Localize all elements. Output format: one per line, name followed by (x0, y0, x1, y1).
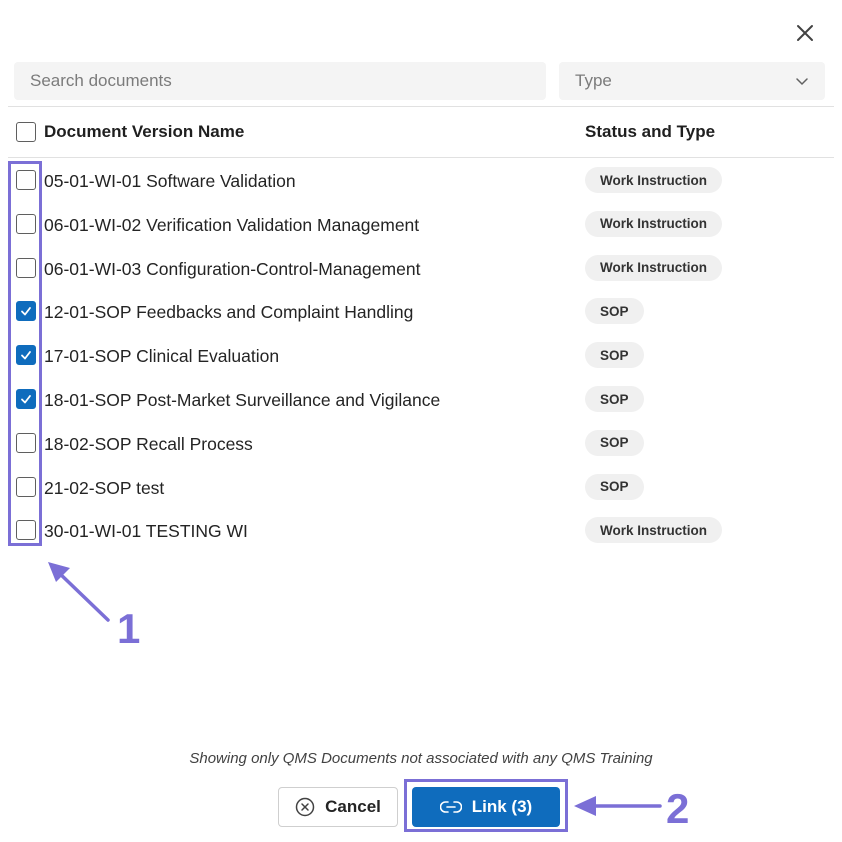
type-dropdown-placeholder: Type (575, 71, 612, 90)
document-name: 06-01-WI-02 Verification Validation Mana… (44, 214, 420, 235)
document-name: 05-01-WI-01 Software Validation (44, 171, 296, 191)
table-row[interactable]: 05-01-WI-01 Software Validation Work Inst… (0, 160, 842, 204)
table-row[interactable]: 30-01-WI-01 TESTING WI Work Instruction (0, 510, 842, 554)
table-row[interactable]: 18-01-SOP Post-Market Surveillance and V… (0, 379, 842, 423)
table-header: Document Version Name Status and Type (0, 108, 842, 156)
link-button[interactable]: Link (3) (412, 787, 560, 827)
table-row[interactable]: 06-01-WI-02 Verification Validation Mana… (0, 204, 842, 248)
type-badge: SOP (585, 298, 644, 325)
document-name: 30-01-WI-01 TESTING WI (44, 521, 248, 542)
link-button-label: Link (3) (471, 797, 533, 816)
table-row[interactable]: 17-01-SOP Clinical Evaluation SOP (0, 335, 842, 379)
close-button[interactable] (792, 20, 818, 46)
dismiss-circle-icon (295, 797, 315, 817)
chevron-down-icon (796, 78, 808, 86)
link-icon (439, 801, 462, 813)
select-all-checkbox[interactable] (16, 122, 36, 142)
type-badge: SOP (585, 342, 644, 369)
document-name: 21-02-SOP test (44, 477, 165, 498)
type-badge: SOP (585, 386, 644, 412)
document-name: 06-01-WI-03 Configuration-Control-Manage… (44, 258, 421, 279)
table-row[interactable]: 18-02-SOP Recall Process SOP (0, 423, 842, 467)
annotation-number-1: 1 (117, 605, 141, 652)
type-badge: Work Instruction (585, 210, 723, 237)
divider (8, 106, 834, 107)
type-badge: SOP (585, 473, 644, 500)
divider (8, 157, 834, 158)
type-badge: Work Instruction (585, 517, 723, 544)
document-name: 18-02-SOP Recall Process (44, 433, 253, 454)
table-row[interactable]: 21-02-SOP test SOP (0, 467, 842, 511)
type-badge: SOP (585, 429, 644, 456)
annotation-arrow-2 (574, 796, 662, 816)
document-name: 18-01-SOP Post-Market Surveillance and V… (44, 390, 441, 410)
table-row[interactable]: 12-01-SOP Feedbacks and Complaint Handli… (0, 291, 842, 335)
type-badge: Work Instruction (585, 167, 723, 193)
footer-note: Showing only QMS Documents not associate… (189, 750, 653, 767)
type-badge: Work Instruction (585, 254, 723, 281)
document-name: 17-01-SOP Clinical Evaluation (44, 346, 280, 367)
annotation-number-2: 2 (666, 785, 690, 832)
document-name: 12-01-SOP Feedbacks and Complaint Handli… (44, 302, 414, 323)
table-row[interactable]: 06-01-WI-03 Configuration-Control-Manage… (0, 248, 842, 292)
column-header-name: Document Version Name (44, 122, 245, 141)
type-dropdown[interactable]: Type (559, 62, 825, 100)
annotation-box-checkboxes (8, 161, 42, 546)
cancel-button-label: Cancel (325, 797, 381, 816)
column-header-status: Status and Type (585, 122, 716, 141)
annotation-arrow-1 (48, 562, 110, 622)
search-input[interactable] (14, 62, 546, 100)
close-icon (797, 25, 813, 41)
cancel-button[interactable]: Cancel (278, 787, 398, 827)
